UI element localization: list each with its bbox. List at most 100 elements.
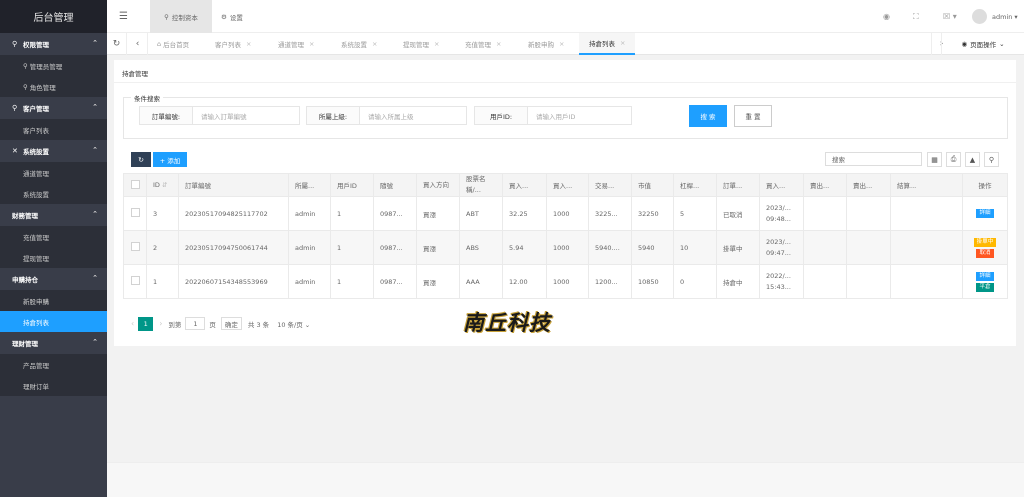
tab-label: 系统設置 (341, 41, 367, 49)
sidebar-item-recharge[interactable]: 充值管理 (0, 226, 107, 247)
close-icon[interactable]: × (309, 40, 314, 48)
refresh-icon[interactable]: ↻ (107, 33, 127, 55)
print-icon[interactable]: ⎙ (946, 152, 961, 167)
sidebar-item-admin-management[interactable]: ⚲ 管理员管理 (0, 55, 107, 76)
refresh-button[interactable]: ↻ (131, 152, 151, 167)
menu-toggle-icon[interactable]: ☰ (119, 0, 128, 33)
tab-label: 通道管理 (278, 41, 304, 49)
sidebar-item-ipo-subscription[interactable]: 新股申購 (0, 290, 107, 311)
sidebar-item-label: 新股申購 (23, 297, 49, 306)
sidebar-item-product-management[interactable]: 产品管理 (0, 354, 107, 375)
goto-confirm-button[interactable]: 确定 (220, 317, 242, 330)
close-icon[interactable]: × (496, 40, 501, 48)
tab-channel-management[interactable]: 通道管理 × (278, 33, 314, 55)
select-all-checkbox[interactable] (123, 173, 147, 197)
tab-home[interactable]: ⌂ 后台首页 (157, 33, 189, 55)
sidebar-group-customers[interactable]: ⚲ 客户管理 ⌃ (0, 97, 107, 119)
pending-order-button[interactable]: 掛單中 (973, 237, 997, 247)
table-header-row: ID ⇵ 訂單編號 所屬... 用戶ID 隨號 買入方向 股票名稱/... 買入… (123, 173, 1008, 197)
cell-settle (890, 264, 963, 299)
tab-label: 新股申购 (528, 41, 554, 49)
detail-button[interactable]: 詳細 (976, 209, 994, 218)
theme-icon[interactable]: ◉ (883, 0, 890, 33)
close-icon[interactable]: × (372, 40, 377, 48)
chevron-right-icon[interactable]: › (159, 319, 162, 328)
close-icon[interactable]: × (620, 39, 625, 47)
tab-label: 客户列表 (215, 41, 241, 49)
gear-icon: ⚙ (221, 12, 227, 21)
user-name: admin (992, 12, 1013, 21)
top-header: ☰ ⚲ 控制资本 ⚙ 设置 ◉ ⛶ ☒ ▾ admin ▾ (107, 0, 1024, 33)
tab-withdraw-management[interactable]: 提现管理 × (403, 33, 439, 55)
header-tab-active[interactable]: ⚲ 控制资本 (150, 0, 212, 33)
close-position-button[interactable]: 平倉 (976, 282, 994, 292)
page-tabs: ↻ ‹ ⌂ 后台首页 客户列表 × 通道管理 × 系统設置 × 提现管理 × 充… (107, 33, 1024, 55)
chevron-down-icon: ⌄ (304, 320, 311, 329)
sidebar-group-positions[interactable]: 申購持仓 ⌃ (0, 268, 107, 290)
column-header[interactable]: ID ⇵ (146, 173, 179, 197)
sidebar-item-channel-management[interactable]: 通道管理 (0, 162, 107, 183)
cell-trade: 5940.... (588, 230, 632, 265)
chevron-left-icon[interactable]: ‹ (128, 33, 148, 55)
parent-input[interactable]: 请输入所属上级 (360, 106, 467, 125)
sidebar-item-withdraw[interactable]: 提现管理 (0, 247, 107, 268)
sidebar-group-finance[interactable]: 财務管理 ⌃ (0, 204, 107, 226)
column-header: 訂單... (716, 173, 760, 197)
sidebar-item-customer-list[interactable]: 客户列表 (0, 119, 107, 140)
column-header: 賣出... (846, 173, 891, 197)
column-header: 杠桿... (673, 173, 717, 197)
tab-system-settings[interactable]: 系统設置 × (341, 33, 377, 55)
sidebar-item-label: 角色管理 (29, 83, 56, 92)
sidebar-group-wealth[interactable]: 理财管理 ⌃ (0, 332, 107, 354)
row-checkbox[interactable] (123, 264, 147, 299)
cell-account: 0987... (373, 196, 417, 231)
person-icon: ⚲ (12, 104, 18, 112)
cell-sell-1 (803, 264, 847, 299)
tab-position-list[interactable]: 持倉列表 × (579, 33, 636, 55)
cancel-order-button[interactable]: 取消 (976, 248, 994, 258)
order-no-input[interactable]: 请输入訂單編號 (193, 106, 300, 125)
tab-customer-list[interactable]: 客户列表 × (215, 33, 251, 55)
user-menu[interactable]: admin ▾ (972, 0, 1018, 33)
tab-recharge-management[interactable]: 充值管理 × (465, 33, 501, 55)
chevron-down-icon: ▾ (1014, 12, 1018, 21)
close-icon[interactable]: × (246, 40, 251, 48)
fullscreen-icon[interactable]: ⛶ (913, 0, 919, 33)
cell-market-value: 10850 (631, 264, 674, 299)
cell-trade: 1200... (588, 264, 632, 299)
cell-stock: AAA (459, 264, 503, 299)
close-icon[interactable]: × (559, 40, 564, 48)
column-header: 交易... (588, 173, 632, 197)
row-checkbox[interactable] (123, 196, 147, 231)
sidebar-group-permissions[interactable]: ⚲ 权限管理 ⌃ (0, 33, 107, 55)
row-checkbox[interactable] (123, 230, 147, 265)
export-icon[interactable]: ▲ (965, 152, 980, 167)
page-operations-menu[interactable]: ◉ 页面操作 ⌄ (941, 33, 1024, 55)
reset-button[interactable]: 重 置 (734, 105, 772, 127)
cell-market-value: 5940 (631, 230, 674, 265)
trash-icon[interactable]: ☒ ▾ (943, 0, 957, 33)
sidebar-item-wealth-orders[interactable]: 理財订单 (0, 375, 107, 396)
sidebar-item-system-settings[interactable]: 系统設置 (0, 183, 107, 204)
sidebar-group-system-settings[interactable]: ✕ 系统設置 ⌃ (0, 140, 107, 162)
page-current[interactable]: 1 (138, 316, 154, 331)
person-icon: ⚲ (23, 61, 28, 70)
person-icon: ⚲ (23, 82, 28, 91)
sort-icon[interactable]: ⇵ (162, 181, 167, 189)
sidebar-item-position-list[interactable]: 持倉列表 (0, 311, 107, 332)
columns-icon[interactable]: ▦ (927, 152, 942, 167)
table-search-input[interactable]: 搜索 (825, 152, 922, 166)
add-button[interactable]: + 添加 (153, 152, 187, 167)
tab-ipo-subscription[interactable]: 新股申购 × (528, 33, 564, 55)
goto-page-input[interactable]: 1 (185, 317, 206, 330)
cell-buy-price: 32.25 (502, 196, 547, 231)
detail-button[interactable]: 詳細 (976, 271, 994, 281)
user-id-input[interactable]: 请输入用戶ID (528, 106, 632, 125)
close-icon[interactable]: × (434, 40, 439, 48)
search-icon[interactable]: ⚲ (984, 152, 999, 167)
chevron-left-icon[interactable]: ‹ (131, 319, 134, 328)
page-size-select[interactable]: 10 条/页 ⌄ (277, 319, 310, 329)
search-button[interactable]: 搜 索 (689, 105, 727, 127)
header-tab-settings[interactable]: ⚙ 设置 (221, 0, 243, 33)
sidebar-item-role-management[interactable]: ⚲ 角色管理 (0, 76, 107, 97)
